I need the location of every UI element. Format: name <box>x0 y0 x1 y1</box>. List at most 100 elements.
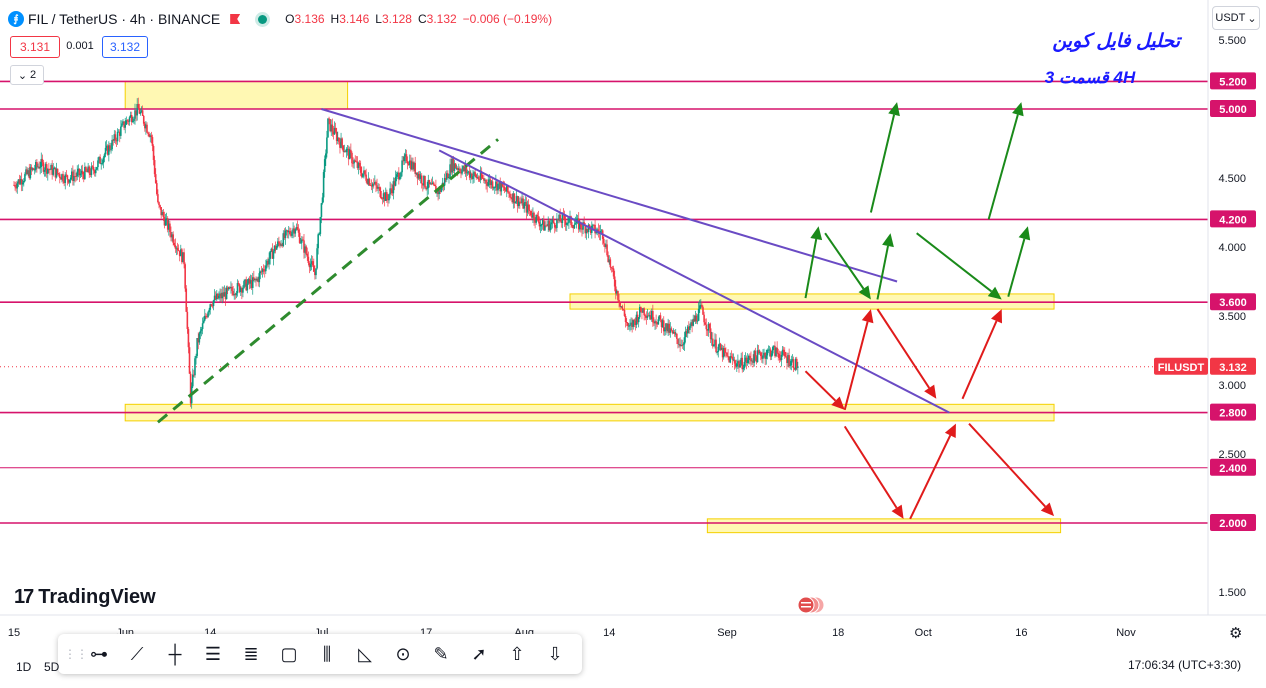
ohlc-value: −0.006 (−0.19%) <box>462 12 553 26</box>
candle-body <box>527 204 530 210</box>
candle-body <box>643 308 645 316</box>
candle-body <box>509 193 511 198</box>
candle-body <box>365 174 367 181</box>
candle-body <box>698 305 701 309</box>
drag-handle-icon[interactable]: ⋮⋮ <box>64 647 88 661</box>
indicators-toggle[interactable]: ⌄ 2 <box>10 65 44 85</box>
candle-body <box>275 246 278 250</box>
economic-events-icon[interactable] <box>797 596 827 614</box>
candle-body <box>715 339 717 352</box>
support-resistance-zone[interactable] <box>124 80 349 110</box>
candle-body <box>235 293 238 296</box>
candle-body <box>400 172 402 177</box>
candle-body <box>508 192 510 194</box>
candle-body <box>210 304 213 306</box>
currency-selector[interactable]: USDT ⌄ <box>1212 6 1260 30</box>
flag-icon[interactable] <box>230 14 241 24</box>
parallel-channel-icon[interactable]: ☰ <box>194 639 232 669</box>
candle-body <box>540 224 543 226</box>
candle-body <box>731 356 734 360</box>
arrow-marker-icon[interactable]: ➚ <box>460 639 498 669</box>
candle-body <box>770 353 773 357</box>
candle-body <box>334 127 337 132</box>
clock[interactable]: 17:06:34 (UTC+3:30) <box>1128 658 1241 672</box>
candle-body <box>307 256 310 263</box>
candle-body <box>313 265 315 272</box>
gear-icon[interactable]: ⚙ <box>1229 624 1242 642</box>
candle-body <box>696 320 699 322</box>
candle-body <box>782 349 785 352</box>
candle-body <box>64 174 67 183</box>
candle-body <box>762 355 764 359</box>
circle-icon[interactable]: ⊙ <box>384 639 422 669</box>
brush-icon[interactable]: ✎ <box>422 639 460 669</box>
support-resistance-zone[interactable] <box>706 518 1062 534</box>
candle-body <box>503 186 506 191</box>
arrow-up-icon[interactable]: ⇧ <box>498 639 536 669</box>
fib-retracement-icon[interactable]: ≣ <box>232 639 270 669</box>
triangle-pattern-icon[interactable]: ◺ <box>346 639 384 669</box>
trend-line-icon[interactable]: ⟋ <box>118 639 156 669</box>
candle-body <box>624 315 627 323</box>
sell-button[interactable]: 3.131 <box>10 36 60 58</box>
horizontal-ray-icon[interactable]: ⊶ <box>80 639 118 669</box>
candle-body <box>195 355 197 359</box>
ohlc-key: H <box>330 12 340 26</box>
candle-body <box>536 214 539 217</box>
candle-body <box>783 351 786 357</box>
candle-body <box>424 176 426 188</box>
ohlc-value: 3.128 <box>381 12 412 26</box>
candle-body <box>670 328 673 331</box>
candle-body <box>523 203 526 209</box>
candle-body <box>185 288 188 312</box>
candle-body <box>705 324 708 330</box>
candle-body <box>299 242 302 244</box>
candle-body <box>655 321 657 324</box>
candle-body <box>426 188 428 190</box>
candle-body <box>58 174 61 178</box>
chart-canvas[interactable]: 5.5004.5004.0003.5003.0002.5001.500 15 Ju… <box>0 0 1266 688</box>
arrow-down-icon[interactable]: ⇩ <box>536 639 574 669</box>
tradingview-logo[interactable]: 17 TradingView <box>14 586 156 609</box>
y-axis-tick-label: 3.500 <box>1218 311 1246 323</box>
symbol-header: ⨎ FIL / TetherUS · 4h · BINANCE O3.136 H3… <box>8 8 558 30</box>
candle-body <box>766 349 769 356</box>
candle-body <box>759 352 762 357</box>
candle-body <box>704 322 706 325</box>
candle-body <box>298 232 301 243</box>
x-axis-tick-label: 15 <box>8 627 20 639</box>
candle-body <box>132 120 134 123</box>
candle-body <box>708 323 711 329</box>
candle-body <box>359 166 362 173</box>
candle-body <box>157 194 159 203</box>
candle-body <box>612 268 615 277</box>
candle-body <box>104 147 107 155</box>
gann-fan-icon[interactable]: ⫼ <box>308 639 346 669</box>
timeframe-5d[interactable]: 5D <box>44 660 59 674</box>
candle-body <box>142 115 145 124</box>
candle-body <box>736 363 738 367</box>
candle-body <box>552 219 555 224</box>
rectangle-icon[interactable]: ▢ <box>270 639 308 669</box>
candle-body <box>406 161 409 164</box>
currency-label: USDT <box>1215 12 1246 24</box>
vertical-line-icon[interactable]: ┼ <box>156 639 194 669</box>
candle-body <box>619 302 621 307</box>
candle-body <box>613 276 616 287</box>
buy-button[interactable]: 3.132 <box>102 36 148 58</box>
candle-body <box>311 261 314 266</box>
candle-body <box>703 314 705 323</box>
candle-body <box>695 315 698 322</box>
timeframe-1d[interactable]: 1D <box>16 660 31 674</box>
candle-body <box>368 178 371 186</box>
candle-body <box>644 315 647 317</box>
candle-body <box>652 310 654 323</box>
candle-body <box>388 194 390 201</box>
candle-body <box>434 184 436 187</box>
candle-body <box>62 174 64 182</box>
symbol-title[interactable]: FIL / TetherUS · 4h · BINANCE <box>28 11 220 27</box>
candle-body <box>315 268 317 276</box>
candle-body <box>133 118 135 121</box>
candle-body <box>169 223 171 232</box>
candle-body <box>198 333 201 343</box>
